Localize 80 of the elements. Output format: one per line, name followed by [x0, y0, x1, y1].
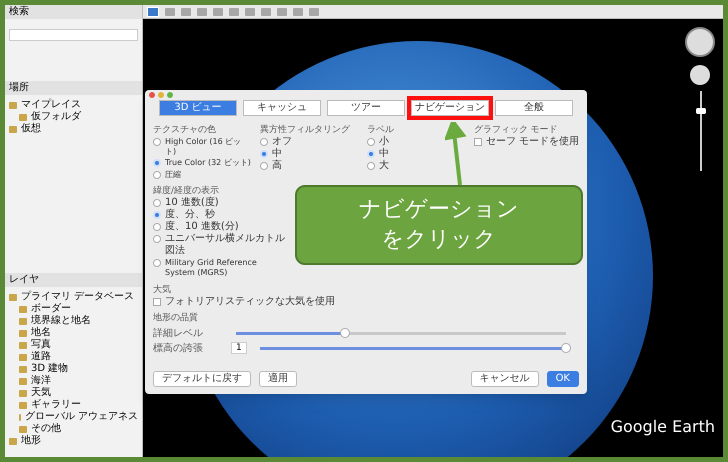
close-icon[interactable]	[149, 92, 155, 98]
tree-item[interactable]: ボーダー	[31, 303, 71, 315]
radio-label: 高	[272, 160, 282, 172]
group-title: 大気	[153, 284, 172, 296]
tab[interactable]: キャッシュ	[243, 100, 321, 116]
tree-item[interactable]: 海洋	[31, 375, 51, 387]
dialog-button[interactable]: キャンセル	[470, 371, 539, 387]
radio-label: ユニバーサル横メルカトル図法	[165, 233, 285, 257]
tree-item[interactable]: プライマリ データベース	[21, 291, 134, 303]
tree-item[interactable]: グローバル アウェアネス	[24, 411, 138, 423]
tree-item[interactable]: 天気	[31, 387, 51, 399]
slider-thumb[interactable]	[561, 343, 571, 353]
minimize-icon[interactable]	[158, 92, 164, 98]
radio-label: オフ	[272, 136, 292, 148]
panel-header: 検索	[5, 5, 142, 19]
radio-button[interactable]	[260, 162, 268, 170]
tab[interactable]: 3D ビュー	[159, 100, 237, 116]
slider-label: 標高の誇張	[153, 342, 204, 356]
radio-label: 度、分、秒	[165, 209, 215, 220]
panel-header: レイヤ	[5, 273, 142, 287]
search-field[interactable]	[9, 29, 138, 41]
group-title: 異方性フィルタリング	[260, 124, 351, 136]
tab[interactable]: 全般	[495, 100, 573, 116]
group-title: 緯度/経度の表示	[153, 185, 220, 196]
zoom-slider-thumb[interactable]	[696, 108, 706, 114]
radio-label: 中	[272, 148, 282, 160]
radio-button[interactable]	[153, 223, 161, 231]
dialog-button[interactable]: デフォルトに戻す	[153, 371, 251, 387]
checkbox[interactable]	[153, 298, 161, 306]
radio-button[interactable]	[366, 162, 375, 170]
radio-label: 中	[378, 148, 389, 160]
radio-label: 度、10 進数(分)	[165, 221, 239, 232]
radio-button[interactable]	[153, 138, 161, 146]
checkbox-label: セーフ モードを使用	[486, 136, 579, 148]
radio-label: Military Grid Reference System (MGRS)	[165, 258, 258, 278]
callout-text: をクリック	[382, 226, 496, 254]
tree-item[interactable]: 仮想	[21, 123, 41, 135]
dialog-button[interactable]: 適用	[259, 371, 297, 387]
tree-item[interactable]: 地名	[31, 327, 51, 339]
brand-text: Google Earth	[610, 416, 715, 438]
radio-button[interactable]	[153, 259, 161, 267]
dialog-button[interactable]: OK	[546, 371, 579, 387]
tree-item[interactable]: マイプレイス	[21, 99, 81, 111]
checkbox-label: フォトリアリスティックな大気を使用	[165, 296, 335, 308]
panel-header: 場所	[5, 81, 142, 95]
radio-button[interactable]	[260, 138, 268, 146]
tree-item[interactable]: ギャラリー	[31, 399, 81, 411]
checkbox[interactable]	[474, 138, 482, 146]
group-title: グラフィック モード	[474, 124, 559, 136]
tree-item[interactable]: 境界線と地名	[31, 315, 91, 327]
group-title: 地形の品質	[153, 312, 199, 324]
radio-label: True Color (32 ビット)	[165, 158, 251, 168]
radio-button[interactable]	[366, 138, 375, 146]
navigation-control-drawing[interactable]	[685, 27, 715, 57]
tree-item[interactable]: 地形	[21, 435, 41, 447]
zoom-control-drawing[interactable]	[690, 65, 710, 85]
radio-button[interactable]	[153, 235, 161, 243]
group-title: テクスチャの色	[153, 124, 217, 136]
zoom-slider[interactable]	[696, 91, 706, 171]
slider-thumb[interactable]	[340, 328, 350, 338]
value-field[interactable]: 1	[231, 342, 247, 354]
radio-label: High Color (16 ビット)	[165, 137, 242, 157]
tab[interactable]: ツアー	[327, 100, 405, 116]
radio-button[interactable]	[153, 199, 161, 207]
radio-label: 圧縮	[165, 170, 181, 180]
tab[interactable]: ナビゲーション	[411, 100, 489, 116]
radio-button[interactable]	[153, 171, 161, 179]
radio-label: 10 進数(度)	[165, 197, 219, 208]
tree-item[interactable]: 3D 建物	[31, 363, 68, 375]
radio-label: 小	[378, 136, 389, 148]
group-title: ラベル	[366, 124, 395, 136]
slider-label: 詳細レベル	[153, 326, 204, 340]
tree-item[interactable]: その他	[31, 423, 61, 435]
callout-text: ナビゲーション	[359, 196, 519, 224]
sidebar-toggle-icon[interactable]	[147, 6, 159, 16]
tree-item[interactable]: 道路	[31, 351, 51, 363]
radio-label: 大	[378, 160, 389, 172]
tree-item[interactable]: 仮フォルダ	[31, 111, 81, 123]
tree-item[interactable]: 写真	[31, 339, 51, 351]
maximize-icon[interactable]	[167, 92, 173, 98]
